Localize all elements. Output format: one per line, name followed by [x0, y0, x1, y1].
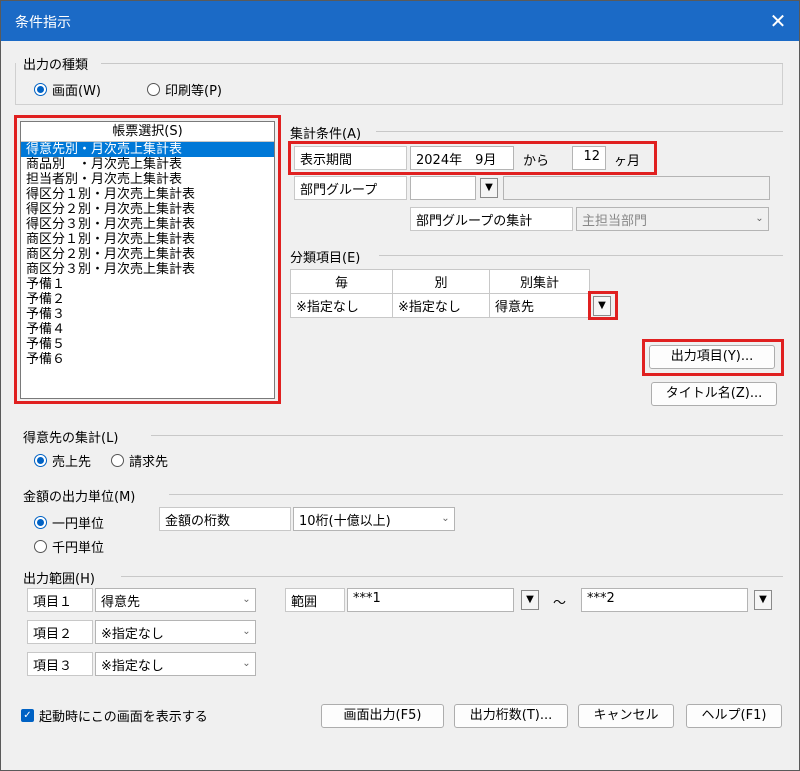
dept-group-agg-select: 主担当部門	[576, 207, 752, 231]
radio-sales-dest-label: 売上先	[52, 455, 92, 470]
period-input[interactable]: 2024年 9月	[410, 146, 514, 170]
chevron-down-icon[interactable]: ⌄	[437, 507, 455, 531]
close-icon[interactable]: ✕	[763, 7, 793, 35]
title-name-button[interactable]: タイトル名(Z)...	[651, 382, 777, 406]
radio-one-yen[interactable]: 一円単位	[34, 513, 104, 532]
list-item[interactable]: 商区分３別・月次売上集計表	[21, 262, 274, 277]
range-item-label: 項目３	[27, 652, 93, 676]
chevron-down-icon[interactable]: ⌄	[238, 620, 256, 644]
drop-button-icon[interactable]: ▼	[754, 590, 772, 610]
amount-unit-label: 金額の出力単位(M)	[23, 490, 136, 505]
range-item-label: 項目２	[27, 620, 93, 644]
output-range-label: 出力範囲(H)	[23, 572, 95, 587]
list-item[interactable]: 得区分１別・月次売上集計表	[21, 187, 274, 202]
window-title: 条件指示	[15, 15, 71, 31]
list-item[interactable]: 商区分１別・月次売上集計表	[21, 232, 274, 247]
report-select-header: 帳票選択(S)	[21, 122, 274, 142]
classification-header: 別	[392, 269, 490, 294]
range-label: 範囲	[285, 588, 345, 612]
radio-print[interactable]: 印刷等(P)	[147, 80, 222, 99]
radio-one-yen-dot[interactable]	[34, 516, 47, 529]
output-items-button[interactable]: 出力項目(Y)...	[649, 345, 775, 369]
radio-thousand-yen-dot[interactable]	[34, 540, 47, 553]
drop-button-icon[interactable]: ▼	[480, 178, 498, 198]
list-item[interactable]: 予備３	[21, 307, 274, 322]
range-to-input[interactable]: ***2	[581, 588, 748, 612]
startup-checkbox[interactable]: ✓ 起動時にこの画面を表示する	[21, 706, 208, 725]
chevron-down-icon: ⌄	[751, 207, 769, 231]
output-type-frame	[15, 63, 783, 105]
startup-checkbox-label: 起動時にこの画面を表示する	[39, 710, 208, 725]
drop-button-icon[interactable]: ▼	[521, 590, 539, 610]
range-item-select[interactable]: 得意先	[95, 588, 239, 612]
range-from-input[interactable]: ***1	[347, 588, 514, 612]
classification-cell[interactable]: 得意先	[489, 293, 590, 318]
radio-billing-dest-dot[interactable]	[111, 454, 124, 467]
list-item[interactable]: 商品別 ・月次売上集計表	[21, 157, 274, 172]
dept-group-agg-label: 部門グループの集計	[410, 207, 573, 231]
drop-button-icon[interactable]: ▼	[593, 296, 611, 316]
classification-cell[interactable]: ※指定なし	[392, 293, 490, 318]
condition-dialog: 条件指示 ✕ 出力の種類 画面(W) 印刷等(P) 帳票選択(S) 得意先別・月…	[0, 0, 800, 771]
radio-screen-label: 画面(W)	[52, 84, 101, 99]
digits-select[interactable]: 10桁(十億以上)	[293, 507, 438, 531]
list-item[interactable]: 予備４	[21, 322, 274, 337]
cancel-button[interactable]: キャンセル	[578, 704, 674, 728]
dept-group-label: 部門グループ	[294, 176, 407, 200]
radio-sales-dest-dot[interactable]	[34, 454, 47, 467]
classification-label: 分類項目(E)	[290, 251, 361, 266]
list-item[interactable]: 担当者別・月次売上集計表	[21, 172, 274, 187]
radio-billing-dest-label: 請求先	[129, 455, 169, 470]
checkmark-icon[interactable]: ✓	[21, 709, 34, 722]
dept-group-input[interactable]	[410, 176, 476, 200]
digits-label: 金額の桁数	[159, 507, 291, 531]
radio-billing-dest[interactable]: 請求先	[111, 451, 168, 470]
months-input[interactable]: 12	[572, 146, 606, 170]
radio-screen[interactable]: 画面(W)	[34, 80, 101, 99]
range-item-label: 項目１	[27, 588, 93, 612]
list-item[interactable]: 商区分２別・月次売上集計表	[21, 247, 274, 262]
from-label: から	[523, 154, 550, 169]
radio-sales-dest[interactable]: 売上先	[34, 451, 91, 470]
radio-thousand-yen[interactable]: 千円単位	[34, 537, 104, 556]
radio-thousand-yen-label: 千円単位	[52, 541, 105, 556]
dept-group-name-field	[503, 176, 770, 200]
period-label: 表示期間	[294, 146, 407, 170]
list-item[interactable]: 予備２	[21, 292, 274, 307]
range-item-select[interactable]: ※指定なし	[95, 620, 239, 644]
classification-header: 別集計	[489, 269, 590, 294]
customer-agg-label: 得意先の集計(L)	[23, 431, 119, 446]
report-list[interactable]: 得意先別・月次売上集計表 商品別 ・月次売上集計表 担当者別・月次売上集計表 得…	[21, 142, 274, 367]
radio-print-dot[interactable]	[147, 83, 160, 96]
radio-one-yen-label: 一円単位	[52, 517, 105, 532]
range-tilde: ～	[553, 596, 567, 611]
help-button[interactable]: ヘルプ(F1)	[686, 704, 782, 728]
list-item[interactable]: 得意先別・月次売上集計表	[21, 142, 274, 157]
range-item-select[interactable]: ※指定なし	[95, 652, 239, 676]
report-select-listbox[interactable]: 帳票選択(S) 得意先別・月次売上集計表 商品別 ・月次売上集計表 担当者別・月…	[20, 121, 275, 399]
list-item[interactable]: 得区分３別・月次売上集計表	[21, 217, 274, 232]
output-digits-button[interactable]: 出力桁数(T)...	[454, 704, 568, 728]
list-item[interactable]: 予備５	[21, 337, 274, 352]
list-item[interactable]: 得区分２別・月次売上集計表	[21, 202, 274, 217]
classification-cell[interactable]: ※指定なし	[290, 293, 393, 318]
chevron-down-icon[interactable]: ⌄	[238, 588, 256, 612]
aggregate-label: 集計条件(A)	[290, 127, 362, 142]
chevron-down-icon[interactable]: ⌄	[238, 652, 256, 676]
list-item[interactable]: 予備６	[21, 352, 274, 367]
months-unit: ヶ月	[614, 154, 641, 169]
classification-table: 毎 別 別集計 ※指定なし ※指定なし 得意先	[290, 269, 590, 318]
screen-output-button[interactable]: 画面出力(F5)	[321, 704, 444, 728]
title-bar: 条件指示 ✕	[1, 1, 799, 41]
radio-screen-dot[interactable]	[34, 83, 47, 96]
classification-header: 毎	[290, 269, 393, 294]
list-item[interactable]: 予備１	[21, 277, 274, 292]
radio-print-label: 印刷等(P)	[165, 84, 222, 99]
